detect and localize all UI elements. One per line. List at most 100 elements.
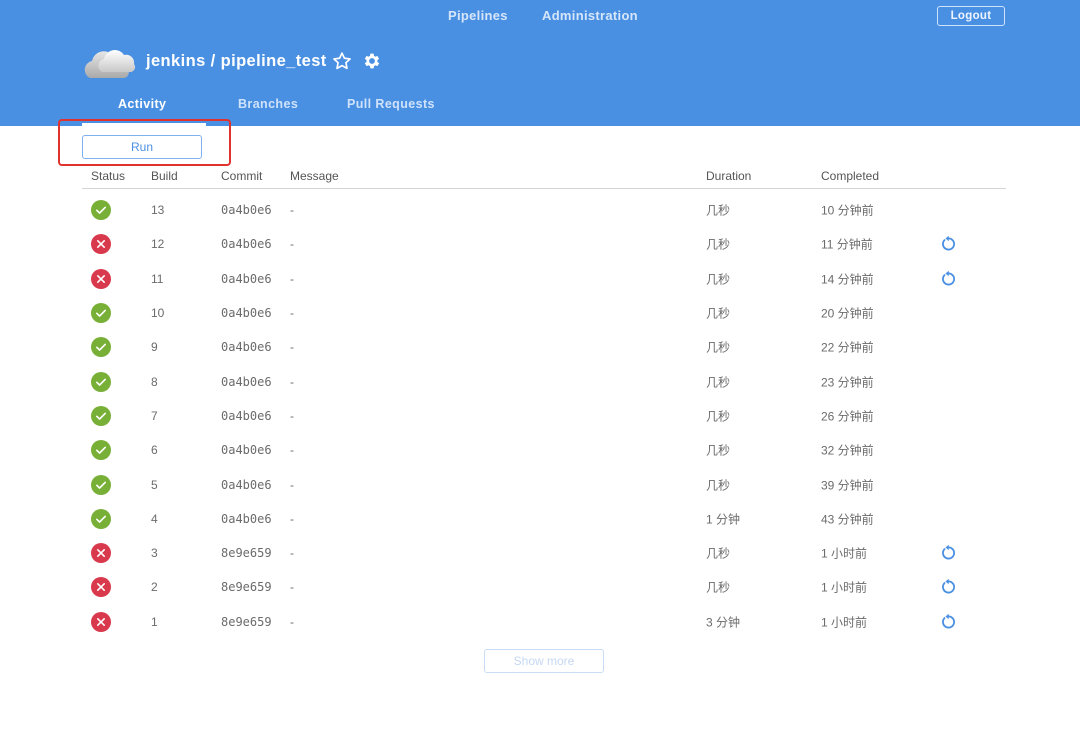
success-status-icon: [91, 440, 111, 461]
run-button[interactable]: Run: [82, 135, 202, 159]
commit-hash[interactable]: 0a4b0e6: [221, 375, 272, 389]
commit-hash[interactable]: 0a4b0e6: [221, 203, 272, 217]
column-header-duration[interactable]: Duration: [706, 169, 751, 183]
rerun-icon[interactable]: [939, 544, 957, 562]
build-number[interactable]: 3: [151, 546, 158, 560]
commit-message: -: [290, 408, 294, 423]
completed-time: 23 分钟前: [821, 375, 874, 390]
completed-time: 14 分钟前: [821, 272, 874, 287]
commit-hash[interactable]: 8e9e659: [221, 580, 272, 594]
build-number[interactable]: 10: [151, 306, 164, 320]
commit-message: -: [290, 443, 294, 458]
rerun-icon[interactable]: [939, 578, 957, 596]
commit-hash[interactable]: 0a4b0e6: [221, 272, 272, 286]
logout-button[interactable]: Logout: [937, 6, 1005, 26]
build-duration: 几秒: [706, 306, 731, 321]
success-status-icon: [91, 303, 111, 324]
table-row[interactable]: 6 0a4b0e6 - 几秒 32 分钟前: [82, 433, 1006, 467]
rerun-icon[interactable]: [939, 235, 957, 253]
nav-administration[interactable]: Administration: [542, 8, 638, 23]
commit-message: -: [290, 271, 294, 286]
commit-hash[interactable]: 0a4b0e6: [221, 409, 272, 423]
column-header-build[interactable]: Build: [151, 169, 178, 183]
completed-time: 39 分钟前: [821, 478, 874, 493]
success-status-icon: [91, 371, 111, 392]
commit-message: -: [290, 237, 294, 252]
column-header-message[interactable]: Message: [290, 169, 339, 183]
failure-status-icon: [91, 611, 111, 632]
table-row[interactable]: 1 8e9e659 - 3 分钟 1 小时前: [82, 605, 1006, 639]
build-number[interactable]: 9: [151, 340, 158, 354]
table-row[interactable]: 12 0a4b0e6 - 几秒 11 分钟前: [82, 227, 1006, 261]
commit-hash[interactable]: 0a4b0e6: [221, 443, 272, 457]
failure-status-icon: [91, 577, 111, 598]
success-status-icon: [91, 474, 111, 495]
rerun-icon[interactable]: [939, 613, 957, 631]
completed-time: 26 分钟前: [821, 409, 874, 424]
completed-time: 10 分钟前: [821, 203, 874, 218]
table-row[interactable]: 4 0a4b0e6 - 1 分钟 43 分钟前: [82, 502, 1006, 536]
build-number[interactable]: 2: [151, 580, 158, 594]
commit-message: -: [290, 546, 294, 561]
completed-time: 43 分钟前: [821, 512, 874, 527]
build-number[interactable]: 4: [151, 512, 158, 526]
commit-hash[interactable]: 8e9e659: [221, 615, 272, 629]
nav-pipelines[interactable]: Pipelines: [448, 8, 508, 23]
repo-title[interactable]: jenkins / pipeline_test: [146, 52, 327, 71]
rerun-icon[interactable]: [939, 270, 957, 288]
table-row[interactable]: 2 8e9e659 - 几秒 1 小时前: [82, 570, 1006, 604]
cloud-logo-icon: [84, 50, 136, 78]
build-number[interactable]: 12: [151, 237, 164, 251]
commit-message: -: [290, 477, 294, 492]
commit-message: -: [290, 306, 294, 321]
success-status-icon: [91, 405, 111, 426]
commit-hash[interactable]: 8e9e659: [221, 546, 272, 560]
build-number[interactable]: 5: [151, 478, 158, 492]
build-duration: 几秒: [706, 375, 731, 390]
build-duration: 几秒: [706, 203, 731, 218]
star-icon[interactable]: [332, 51, 352, 71]
completed-time: 20 分钟前: [821, 306, 874, 321]
app-header: Pipelines Administration Logout jenkins …: [0, 0, 1080, 126]
build-duration: 几秒: [706, 409, 731, 424]
table-row[interactable]: 8 0a4b0e6 - 几秒 23 分钟前: [82, 364, 1006, 398]
commit-message: -: [290, 580, 294, 595]
build-number[interactable]: 11: [151, 272, 163, 286]
show-more-button[interactable]: Show more: [484, 649, 604, 673]
tab-activity[interactable]: Activity: [118, 97, 166, 111]
table-row[interactable]: 5 0a4b0e6 - 几秒 39 分钟前: [82, 467, 1006, 501]
table-row[interactable]: 10 0a4b0e6 - 几秒 20 分钟前: [82, 296, 1006, 330]
commit-hash[interactable]: 0a4b0e6: [221, 340, 272, 354]
table-row[interactable]: 3 8e9e659 - 几秒 1 小时前: [82, 536, 1006, 570]
table-row[interactable]: 11 0a4b0e6 - 几秒 14 分钟前: [82, 262, 1006, 296]
build-duration: 几秒: [706, 340, 731, 355]
gear-icon[interactable]: [362, 51, 382, 71]
commit-hash[interactable]: 0a4b0e6: [221, 306, 272, 320]
tab-branches[interactable]: Branches: [238, 97, 298, 111]
failure-status-icon: [91, 543, 111, 564]
build-number[interactable]: 1: [151, 615, 158, 629]
table-row[interactable]: 7 0a4b0e6 - 几秒 26 分钟前: [82, 399, 1006, 433]
build-duration: 1 分钟: [706, 512, 741, 527]
build-number[interactable]: 8: [151, 375, 158, 389]
column-header-commit[interactable]: Commit: [221, 169, 262, 183]
column-header-completed[interactable]: Completed: [821, 169, 879, 183]
commit-message: -: [290, 203, 294, 218]
commit-hash[interactable]: 0a4b0e6: [221, 512, 272, 526]
completed-time: 1 小时前: [821, 580, 868, 595]
table-row[interactable]: 13 0a4b0e6 - 几秒 10 分钟前: [82, 193, 1006, 227]
commit-hash[interactable]: 0a4b0e6: [221, 237, 272, 251]
table-header: Status Build Commit Message Duration Com…: [82, 165, 1006, 189]
table-row[interactable]: 9 0a4b0e6 - 几秒 22 分钟前: [82, 330, 1006, 364]
build-duration: 几秒: [706, 272, 731, 287]
commit-hash[interactable]: 0a4b0e6: [221, 478, 272, 492]
success-status-icon: [91, 337, 111, 358]
build-number[interactable]: 6: [151, 443, 158, 457]
column-header-status[interactable]: Status: [91, 169, 125, 183]
commit-message: -: [290, 511, 294, 526]
build-number[interactable]: 13: [151, 203, 164, 217]
build-number[interactable]: 7: [151, 409, 158, 423]
success-status-icon: [91, 200, 111, 221]
tab-pull-requests[interactable]: Pull Requests: [347, 97, 435, 111]
build-duration: 几秒: [706, 237, 731, 252]
